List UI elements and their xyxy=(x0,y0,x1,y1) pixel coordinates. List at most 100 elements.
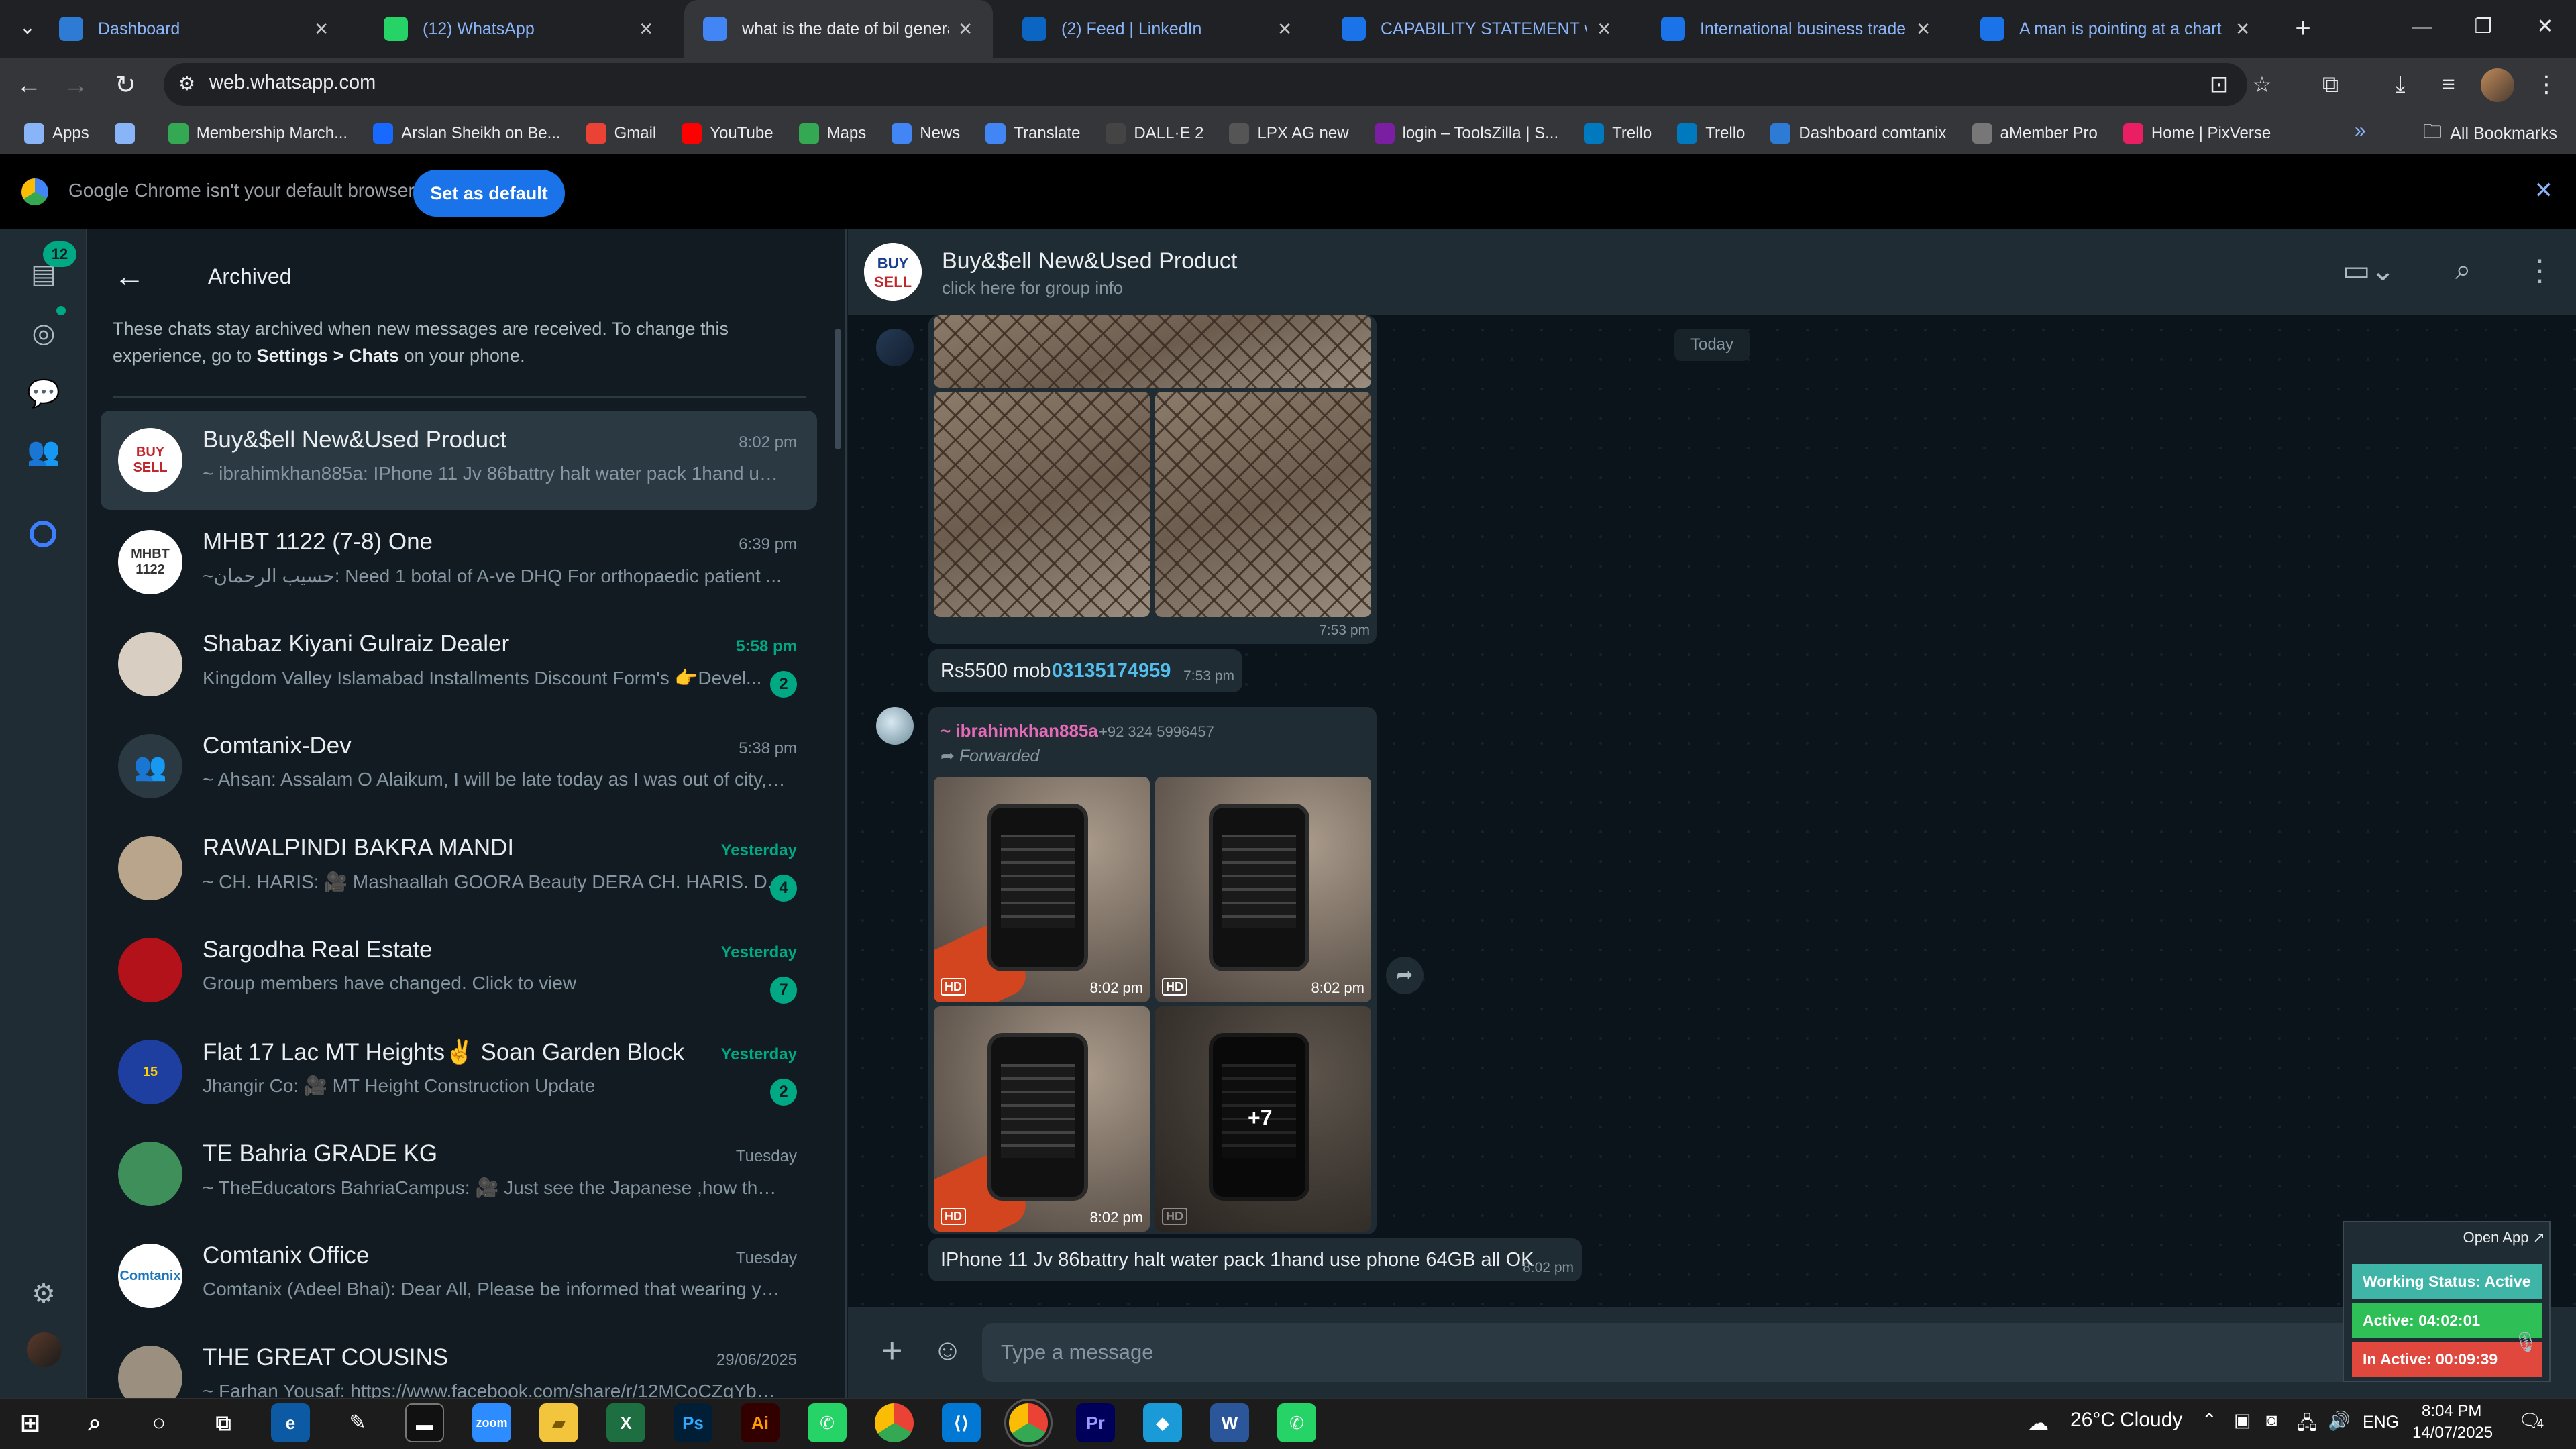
close-tab-icon[interactable]: ✕ xyxy=(1916,19,1931,40)
bookmark-star-icon[interactable]: ☆ xyxy=(2245,67,2279,102)
weather-text[interactable]: Cloudy xyxy=(2120,1409,2182,1432)
reload-button[interactable]: ↻ xyxy=(105,64,146,106)
install-app-icon[interactable]: ⊡ xyxy=(2202,67,2237,102)
windows-start-icon[interactable]: ⊞ xyxy=(11,1403,50,1442)
download-icon[interactable]: ⤓ xyxy=(2383,67,2418,102)
browser-tab[interactable]: International business trade te ✕ xyxy=(1642,0,1951,58)
site-info-icon[interactable]: ⚙ xyxy=(178,72,195,95)
chat-list-item[interactable]: 👥 Comtanix-Dev 5:38 pm ~ Ahsan: Assalam O A… xyxy=(101,716,817,816)
browser-tab[interactable]: CAPABILITY STATEMENT vector ✕ xyxy=(1323,0,1631,58)
address-bar[interactable]: ⚙ web.whatsapp.com xyxy=(164,63,2247,106)
bookmark-item[interactable]: DALL·E 2 xyxy=(1106,123,1203,144)
group-info-link[interactable]: click here for group info xyxy=(942,278,1123,299)
task-view-icon[interactable]: ⧉ xyxy=(204,1403,243,1442)
bookmark-item[interactable]: login – ToolsZilla | S... xyxy=(1374,123,1558,144)
weather-cloud-icon[interactable]: ☁ xyxy=(2027,1410,2049,1436)
chat-list-item[interactable]: Shabaz Kiyani Gulraiz Dealer 5:58 pm Kingd… xyxy=(101,614,817,714)
sender-avatar[interactable] xyxy=(876,707,914,745)
bookmark-item[interactable]: aMember Pro xyxy=(1972,123,2098,144)
browser-tab[interactable]: Dashboard ✕ xyxy=(40,0,349,58)
pen-icon[interactable]: ✎ xyxy=(338,1403,377,1442)
album-photo[interactable]: HD 8:02 pm xyxy=(1155,777,1371,1002)
sender-avatar[interactable] xyxy=(876,329,914,366)
premiere-icon[interactable]: Pr xyxy=(1076,1403,1115,1442)
infobar-close-icon[interactable]: ✕ xyxy=(2534,177,2554,204)
settings-gear-icon[interactable]: ⚙ xyxy=(23,1273,64,1315)
language-indicator[interactable]: ENG xyxy=(2363,1413,2399,1432)
close-tab-icon[interactable]: ✕ xyxy=(1597,19,1611,40)
meta-ai-icon[interactable] xyxy=(30,521,56,547)
bookmark-item[interactable]: Gmail xyxy=(586,123,656,144)
microphone-icon[interactable]: 🎙 xyxy=(2513,1331,2538,1354)
browser-tab[interactable]: (2) Feed | LinkedIn ✕ xyxy=(1004,0,1312,58)
forward-button[interactable]: → xyxy=(55,64,97,106)
video-call-icon[interactable]: ▭⌄ xyxy=(2343,254,2395,288)
set-as-default-button[interactable]: Set as default xyxy=(413,170,565,217)
photoshop-icon[interactable]: Ps xyxy=(674,1403,712,1442)
extensions-icon[interactable]: ⧉ xyxy=(2313,67,2348,102)
close-tab-icon[interactable]: ✕ xyxy=(314,19,329,40)
zoom-icon[interactable]: zoom xyxy=(472,1403,511,1442)
bookmark-item[interactable]: Home | PixVerse xyxy=(2123,123,2271,144)
new-tab-button[interactable]: + xyxy=(2284,9,2322,47)
chat-list-item[interactable]: Sargodha Real Estate Yesterday Group membe… xyxy=(101,920,817,1020)
back-button[interactable]: ← xyxy=(8,64,50,106)
chat-list-item[interactable]: BUY SELL Buy&$ell New&Used Product 8:02 pm… xyxy=(101,411,817,510)
cortana-icon[interactable]: ○ xyxy=(140,1403,178,1442)
tray-camera-icon[interactable]: ◙ xyxy=(2266,1410,2277,1431)
excel-icon[interactable]: X xyxy=(606,1403,645,1442)
emoji-sticker-icon[interactable]: ☺ xyxy=(932,1334,963,1367)
more-photos-count[interactable]: +7 xyxy=(1248,1106,1272,1130)
restore-button[interactable]: ❐ xyxy=(2453,0,2514,58)
volume-icon[interactable]: 🔊 xyxy=(2328,1410,2351,1432)
browser-tab[interactable]: what is the date of bil generati ✕ xyxy=(684,0,993,58)
whatsapp-app-icon[interactable]: ✆ xyxy=(808,1403,847,1442)
vscode-icon[interactable]: ⟨⟩ xyxy=(942,1403,981,1442)
browser-tab[interactable]: (12) WhatsApp ✕ xyxy=(365,0,674,58)
chrome-icon[interactable] xyxy=(875,1403,914,1442)
app-icon[interactable]: ◆ xyxy=(1143,1403,1182,1442)
bookmark-item[interactable] xyxy=(114,123,143,144)
conversation-header[interactable]: BUY SELL Buy&$ell New&Used Product click … xyxy=(848,229,2576,315)
close-tab-icon[interactable]: ✕ xyxy=(639,19,653,40)
status-icon[interactable]: ◎ xyxy=(23,313,64,354)
edge-icon[interactable]: e xyxy=(271,1403,310,1442)
bookmark-item[interactable]: Membership March... xyxy=(168,123,347,144)
tray-chevron-icon[interactable]: ⌃ xyxy=(2202,1410,2217,1431)
file-explorer-icon[interactable]: ▰ xyxy=(539,1403,578,1442)
all-bookmarks-button[interactable]: 🗀 All Bookmarks xyxy=(2423,113,2557,154)
album-photo[interactable] xyxy=(1155,392,1371,617)
clock-time[interactable]: 8:04 PM xyxy=(2422,1402,2481,1421)
bookmark-item[interactable]: News xyxy=(892,123,960,144)
back-arrow-icon[interactable]: ← xyxy=(114,258,145,294)
browser-tab[interactable]: A man is pointing at a chart th ✕ xyxy=(1962,0,2270,58)
album-photo[interactable] xyxy=(934,392,1150,617)
word-icon[interactable]: W xyxy=(1210,1403,1249,1442)
chat-list-item[interactable]: RAWALPINDI BAKRA MANDI Yesterday ~ CH. HAR… xyxy=(101,818,817,918)
album-photo[interactable]: HD 8:02 pm xyxy=(934,777,1150,1002)
search-icon[interactable]: ⌕ xyxy=(2455,254,2471,286)
illustrator-icon[interactable]: Ai xyxy=(741,1403,780,1442)
open-app-link[interactable]: Open App ↗ xyxy=(2463,1229,2545,1246)
profile-photo[interactable] xyxy=(27,1332,62,1367)
bookmark-item[interactable]: LPX AG new xyxy=(1229,123,1349,144)
chrome-active-icon[interactable] xyxy=(1004,1399,1053,1447)
bookmark-item[interactable]: Arslan Sheikh on Be... xyxy=(373,123,561,144)
chat-menu-icon[interactable]: ⋮ xyxy=(2525,254,2555,288)
minimize-button[interactable]: — xyxy=(2391,0,2453,58)
attach-plus-icon[interactable]: + xyxy=(881,1330,903,1371)
chat-list-item[interactable]: 15 Flat 17 Lac MT Heights✌️ Soan Garden B… xyxy=(101,1022,817,1122)
network-icon[interactable]: 🖧 xyxy=(2297,1410,2317,1441)
chat-list-item[interactable]: MHBT 1122 MHBT 1122 (7-8) One 6:39 pm ~حسیب… xyxy=(101,513,817,612)
forward-message-icon[interactable]: ➦ xyxy=(1386,957,1424,994)
whatsapp-desktop-icon[interactable]: ✆ xyxy=(1277,1403,1316,1442)
bookmark-item[interactable]: Maps xyxy=(798,123,866,144)
bookmark-item[interactable]: Dashboard comtanix xyxy=(1770,123,1947,144)
bookmark-item[interactable]: Trello xyxy=(1584,123,1652,144)
terminal-icon[interactable]: ▬ xyxy=(405,1403,444,1442)
channels-icon[interactable]: 💬 xyxy=(23,373,64,415)
bookmark-item[interactable]: Trello xyxy=(1677,123,1745,144)
close-window-button[interactable]: ✕ xyxy=(2514,0,2576,58)
profile-avatar[interactable] xyxy=(2481,68,2514,102)
tray-app-icon[interactable]: ▣ xyxy=(2234,1410,2251,1431)
